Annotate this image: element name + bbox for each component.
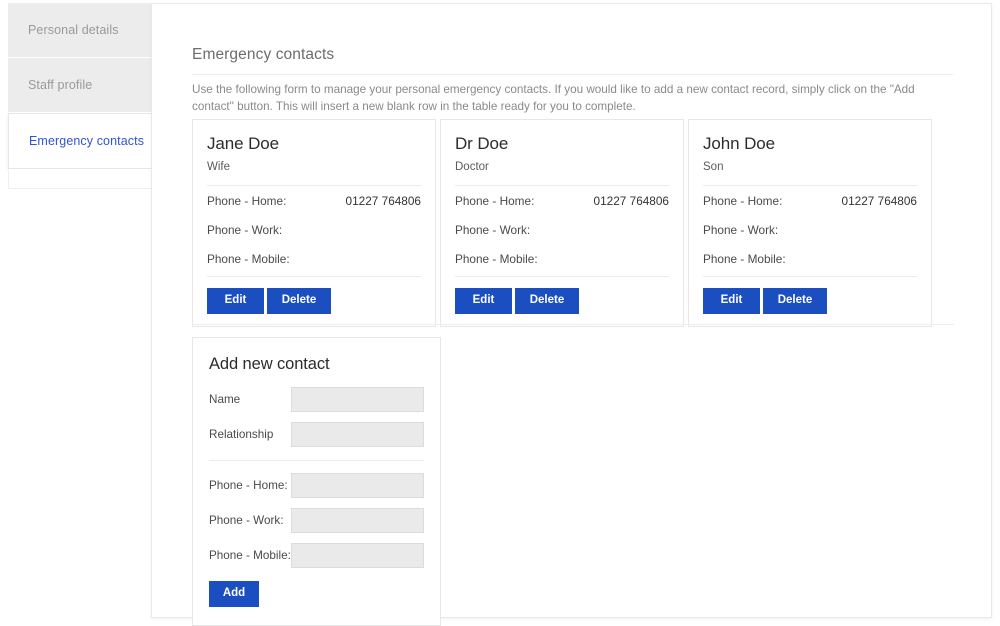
field-row-phone-work: Phone - Work: [209,508,424,533]
card-actions: Edit Delete [703,288,917,314]
phone-label: Phone - Home: [207,194,287,208]
contact-phone-mobile: Phone - Mobile: [455,244,669,273]
card-divider [207,276,421,277]
edit-button[interactable]: Edit [207,288,264,314]
sidebar: Personal details Staff profile Emergency… [8,3,151,189]
phone-work-label: Phone - Work: [209,514,284,527]
add-contact-button[interactable]: Add [209,581,259,607]
name-input[interactable] [291,387,424,412]
phone-label: Phone - Mobile: [703,252,786,266]
phone-label: Phone - Home: [455,194,535,208]
card-actions: Edit Delete [455,288,669,314]
phone-home-label: Phone - Home: [209,479,288,492]
add-new-contact-form: Add new contact Name Relationship Phone … [192,337,441,626]
sidebar-bottom-stub [8,169,151,189]
name-label: Name [209,393,241,406]
phone-label: Phone - Work: [455,223,531,237]
card-divider [703,276,917,277]
contact-phone-home: Phone - Home: 01227 764806 [455,186,669,215]
contact-phone-work: Phone - Work: [455,215,669,244]
phone-value: 01227 764806 [593,194,669,208]
phone-label: Phone - Home: [703,194,783,208]
sidebar-item-staff-profile[interactable]: Staff profile [8,58,151,113]
phone-home-input[interactable] [291,473,424,498]
sidebar-item-label: Staff profile [28,78,93,92]
page-root: Personal details Staff profile Emergency… [0,0,1000,626]
delete-button[interactable]: Delete [763,288,827,314]
relationship-input[interactable] [291,422,424,447]
form-title: Add new contact [209,355,330,373]
sidebar-item-label: Emergency contacts [29,134,145,148]
contact-name: Jane Doe [207,134,279,153]
contact-phone-mobile: Phone - Mobile: [207,244,421,273]
contact-card: John Doe Son Phone - Home: 01227 764806 … [688,119,932,327]
main-content-panel: Emergency contacts Use the following for… [151,3,992,626]
contact-phone-work: Phone - Work: [207,215,421,244]
contact-card: Jane Doe Wife Phone - Home: 01227 764806… [192,119,436,327]
title-divider [192,74,953,75]
contact-phone-home: Phone - Home: 01227 764806 [207,186,421,215]
relationship-label: Relationship [209,428,274,441]
field-row-phone-mobile: Phone - Mobile: [209,543,424,568]
edit-button[interactable]: Edit [703,288,760,314]
contact-phone-work: Phone - Work: [703,215,917,244]
form-divider [209,460,424,461]
card-divider [455,276,669,277]
page-title: Emergency contacts [192,46,335,63]
phone-value: 01227 764806 [841,194,917,208]
delete-button[interactable]: Delete [267,288,331,314]
phone-value: 01227 764806 [345,194,421,208]
contact-name: Dr Doe [455,134,509,153]
delete-button[interactable]: Delete [515,288,579,314]
contact-relationship: Wife [207,161,230,173]
phone-label: Phone - Work: [703,223,779,237]
contact-card: Dr Doe Doctor Phone - Home: 01227 764806… [440,119,684,327]
phone-label: Phone - Work: [207,223,283,237]
field-row-phone-home: Phone - Home: [209,473,424,498]
field-row-relationship: Relationship [209,422,424,447]
phone-mobile-label: Phone - Mobile: [209,549,291,562]
card-actions: Edit Delete [207,288,421,314]
field-row-name: Name [209,387,424,412]
sidebar-item-personal-details[interactable]: Personal details [8,3,151,58]
intro-paragraph: Use the following form to manage your pe… [192,83,915,113]
sidebar-item-label: Personal details [28,23,119,37]
phone-label: Phone - Mobile: [455,252,538,266]
contact-phone-home: Phone - Home: 01227 764806 [703,186,917,215]
contact-relationship: Doctor [455,161,489,173]
contact-relationship: Son [703,161,724,173]
phone-mobile-input[interactable] [291,543,424,568]
sidebar-item-emergency-contacts[interactable]: Emergency contacts [8,113,151,169]
phone-work-input[interactable] [291,508,424,533]
contact-phone-mobile: Phone - Mobile: [703,244,917,273]
contact-name: John Doe [703,134,775,153]
section-divider [192,324,954,325]
phone-label: Phone - Mobile: [207,252,290,266]
edit-button[interactable]: Edit [455,288,512,314]
contact-card-list: Jane Doe Wife Phone - Home: 01227 764806… [192,119,954,327]
